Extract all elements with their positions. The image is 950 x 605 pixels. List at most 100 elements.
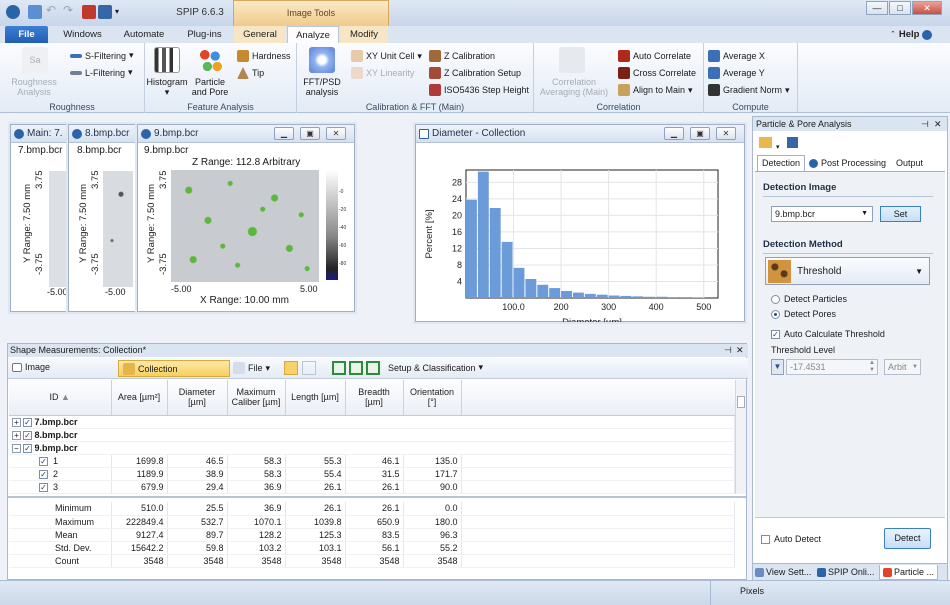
correlation-averaging-button[interactable]: Correlation Averaging (Main) [534, 77, 614, 97]
z-calibration-setup-button[interactable]: Z Calibration Setup [429, 67, 521, 79]
align-to-main-button[interactable]: Align to Main ▾ [618, 84, 693, 96]
tab-plugins[interactable]: Plug-ins [177, 26, 232, 43]
s-filtering-button[interactable]: S-Filtering ▾ [70, 50, 134, 61]
set-button[interactable]: Set [880, 206, 921, 222]
auto-correlate-button[interactable]: Auto Correlate [618, 50, 691, 62]
auto-calculate-threshold-checkbox[interactable]: ✓ Auto Calculate Threshold [771, 329, 885, 339]
new-document-icon[interactable] [28, 5, 42, 19]
setup-classification-button[interactable]: Setup & Classification ▾ [388, 362, 483, 373]
window-restore-button[interactable]: ▣ [300, 127, 320, 140]
window-close-button[interactable]: ✕ [326, 127, 346, 140]
window-header[interactable]: 8.bmp.bcr [69, 125, 135, 143]
gradient-norm-button[interactable]: Gradient Norm ▾ [708, 84, 790, 96]
roughness-analysis-button[interactable]: Roughness Analysis [6, 77, 62, 97]
layout-icon-3[interactable] [366, 361, 380, 375]
col-id[interactable]: ID ▲ [9, 380, 112, 416]
window-header[interactable]: Diameter - Collection ▁ ▣ ✕ [416, 125, 744, 143]
detect-button[interactable]: Detect [884, 528, 931, 549]
window-minimize-button[interactable]: ▁ [274, 127, 294, 140]
threshold-unit-select[interactable]: Arbit ▼ [884, 359, 921, 375]
average-x-button[interactable]: Average X [708, 50, 765, 62]
detection-image-select[interactable]: 9.bmp.bcr ▼ [771, 206, 873, 222]
maximize-button[interactable]: □ [889, 1, 911, 15]
tab-post-processing[interactable]: Post Processing [809, 156, 886, 171]
spip-online-tab[interactable]: SPIP Onli... [817, 567, 874, 577]
collapse-icon[interactable]: − [12, 443, 21, 453]
table-row[interactable]: ✓ 1 1699.8 46.5 58.3 55.3 46.1 135.0 [9, 454, 735, 468]
col-length[interactable]: Length [µm] [285, 380, 346, 416]
particle-tab[interactable]: Particle ... [879, 565, 939, 580]
checkbox[interactable]: ✓ [23, 443, 32, 453]
col-max-caliber[interactable]: Maximum Caliber [µm] [227, 380, 286, 416]
tip-button[interactable]: Tip [237, 67, 264, 79]
checkbox[interactable]: ✓ [23, 417, 32, 427]
scroll-thumb[interactable] [737, 396, 745, 408]
expand-icon[interactable]: + [12, 430, 21, 440]
list-view-icon[interactable] [284, 361, 298, 375]
table-scrollbar[interactable] [735, 380, 746, 494]
col-breadth[interactable]: Breadth [µm] [345, 380, 404, 416]
checkbox[interactable]: ✓ [39, 482, 48, 492]
tab-output[interactable]: Output [896, 156, 923, 171]
l-filtering-button[interactable]: L-Filtering ▾ [70, 67, 133, 78]
image-thumbnail[interactable] [49, 171, 67, 287]
detect-pores-radio[interactable]: Detect Pores [771, 309, 836, 319]
window-restore-button[interactable]: ▣ [690, 127, 710, 140]
image-window-9[interactable]: 9.bmp.bcr ▁ ▣ ✕ 9.bmp.bcr Z Range: 112.8… [137, 124, 355, 312]
col-area[interactable]: Area [µm²] [111, 380, 168, 416]
spin-icon[interactable]: ▲ ▼ [869, 360, 875, 374]
splitter[interactable] [8, 496, 746, 498]
minimize-button[interactable]: — [866, 1, 888, 15]
help-button[interactable]: ⌃ Help [890, 26, 945, 43]
pane-close-icon[interactable]: ✕ [736, 344, 744, 357]
open-folder-icon[interactable] [759, 137, 772, 148]
image-tab[interactable]: Image [12, 362, 50, 372]
tab-windows[interactable]: Windows [55, 26, 110, 43]
tab-modify[interactable]: Modify [340, 26, 388, 43]
col-orientation[interactable]: Orientation [°] [403, 380, 462, 416]
average-y-button[interactable]: Average Y [708, 67, 765, 79]
detect-particles-radio[interactable]: Detect Particles [771, 294, 847, 304]
detection-method-select[interactable]: Threshold ▼ [765, 257, 930, 285]
layout-icon-2[interactable] [349, 361, 363, 375]
group-row[interactable]: + ✓ 8.bmp.bcr [9, 428, 735, 442]
group-row[interactable]: − ✓ 9.bmp.bcr [9, 441, 735, 455]
checkbox[interactable]: ✓ [23, 430, 32, 440]
xy-unit-cell-button[interactable]: XY Unit Cell ▾ [351, 50, 422, 62]
threshold-picker-icon[interactable]: ▼ [771, 359, 784, 375]
window-close-button[interactable]: ✕ [716, 127, 736, 140]
hardness-button[interactable]: Hardness [237, 50, 291, 62]
z-calibration-button[interactable]: Z Calibration [429, 50, 495, 62]
pore-detection-image[interactable] [171, 170, 319, 282]
cross-correlate-button[interactable]: Cross Correlate [618, 67, 696, 79]
auto-detect-checkbox[interactable]: Auto Detect [761, 534, 821, 544]
view-settings-tab[interactable]: View Sett... [755, 567, 811, 577]
dropdown-icon[interactable]: ▾ [776, 143, 780, 151]
close-button[interactable]: ✕ [912, 1, 942, 15]
tab-general[interactable]: General [234, 26, 286, 43]
collection-tab[interactable]: Collection [118, 360, 230, 377]
image-window-7[interactable]: Main: 7. 7.bmp.bcr Y Range: 7.50 mm 3.75… [10, 124, 68, 312]
window-header[interactable]: 9.bmp.bcr ▁ ▣ ✕ [138, 125, 354, 143]
expand-icon[interactable]: + [12, 417, 21, 427]
table-row[interactable]: ✓ 3 679.9 29.4 36.9 26.1 26.1 90.0 [9, 480, 735, 494]
table-row[interactable]: ✓ 2 1189.9 38.9 58.3 55.4 31.5 171.7 [9, 467, 735, 481]
image-window-8[interactable]: 8.bmp.bcr 8.bmp.bcr Y Range: 7.50 mm 3.7… [68, 124, 136, 312]
pin-icon[interactable]: ⊣ [921, 117, 929, 131]
xy-linearity-button[interactable]: XY Linearity [351, 67, 414, 79]
image-thumbnail[interactable] [103, 171, 133, 287]
fft-psd-analysis-button[interactable]: FFT/PSD analysis [297, 77, 347, 97]
window-minimize-button[interactable]: ▁ [664, 127, 684, 140]
group-row[interactable]: + ✓ 7.bmp.bcr [9, 415, 735, 429]
diameter-histogram-window[interactable]: Diameter - Collection ▁ ▣ ✕ 4 8 12 16 20 24 28… [415, 124, 745, 322]
col-diameter[interactable]: Diameter [µm] [167, 380, 228, 416]
iso5436-step-height-button[interactable]: ISO5436 Step Height [429, 84, 529, 96]
checkbox[interactable]: ✓ [39, 469, 48, 479]
app-logo-icon[interactable] [6, 5, 20, 19]
ppa-close-icon[interactable]: ✕ [934, 117, 942, 131]
file-menu[interactable]: File ▾ [233, 362, 270, 374]
details-view-icon[interactable] [302, 361, 316, 375]
save-icon[interactable] [787, 137, 798, 148]
undo-icon[interactable]: ↶ [46, 4, 60, 18]
layout-icon-1[interactable] [332, 361, 346, 375]
